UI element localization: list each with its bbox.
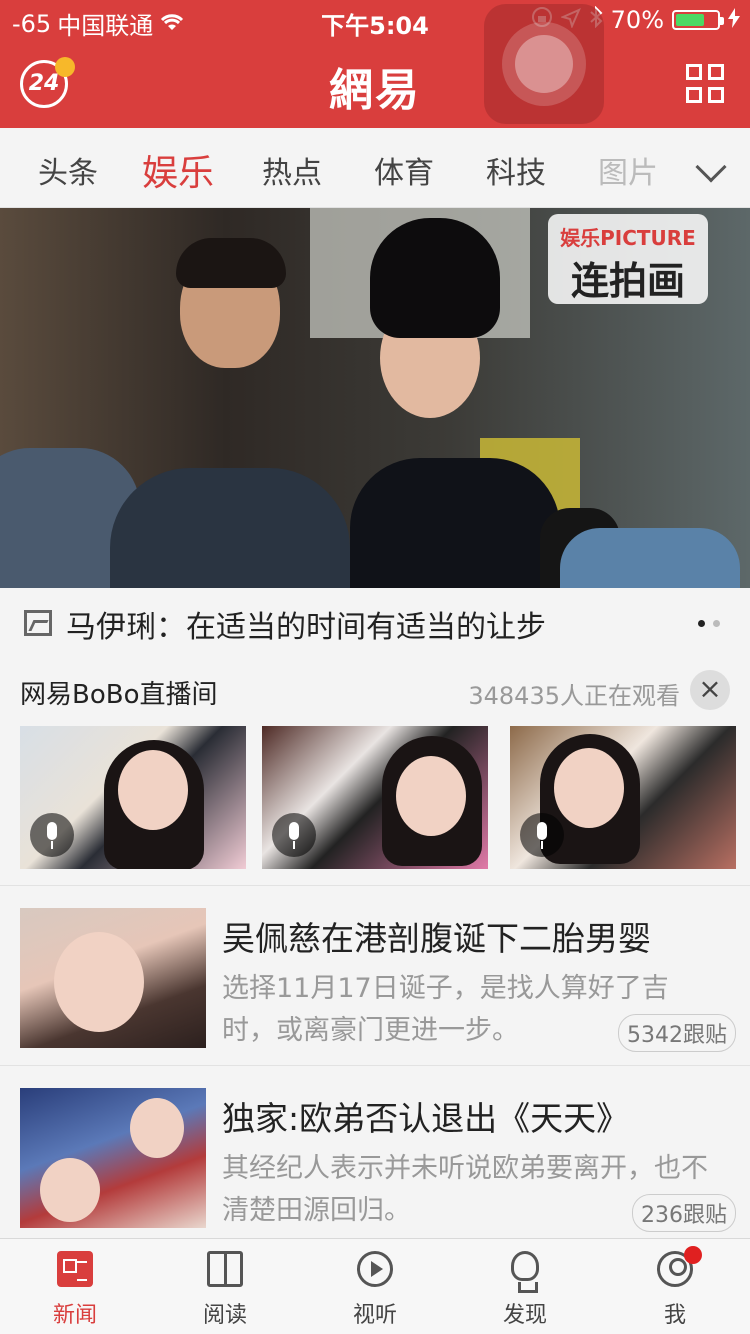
news-icon bbox=[57, 1251, 93, 1287]
charging-icon bbox=[728, 6, 740, 34]
live-room-thumbnail[interactable] bbox=[262, 726, 488, 869]
book-icon bbox=[207, 1251, 243, 1287]
nav-discover[interactable]: 发现 bbox=[450, 1239, 600, 1334]
nav-label: 我 bbox=[663, 1303, 686, 1328]
microphone-icon bbox=[520, 813, 564, 857]
bobo-live-section: 网易BoBo直播间 348435人正在观看 × bbox=[0, 656, 750, 886]
tab-sports[interactable]: 体育 bbox=[374, 148, 434, 192]
tab-hot[interactable]: 热点 bbox=[262, 148, 322, 192]
thumbnail-face bbox=[54, 932, 144, 1032]
streamer-face bbox=[118, 750, 188, 830]
carousel-dots bbox=[698, 620, 720, 627]
microphone-icon bbox=[30, 813, 74, 857]
bobo-title: 网易BoBo直播间 bbox=[20, 680, 218, 710]
hero-person-man-hair bbox=[176, 238, 286, 288]
news-list-item[interactable]: 独家:欧弟否认退出《天天》 其经纪人表示并未听说欧弟要离开，也不清楚田源回归。 … bbox=[0, 1068, 750, 1246]
tab-pictures[interactable]: 图片 bbox=[598, 148, 658, 192]
comment-count-badge: 5342跟贴 bbox=[618, 1014, 736, 1052]
carousel-dot bbox=[713, 620, 720, 627]
chevron-down-icon[interactable] bbox=[695, 151, 727, 183]
thumbnail-face bbox=[40, 1158, 100, 1222]
grid-cell bbox=[686, 87, 702, 103]
assistive-core bbox=[515, 35, 573, 93]
streamer-face bbox=[396, 756, 466, 836]
play-icon bbox=[357, 1251, 393, 1287]
article-thumbnail bbox=[20, 1088, 206, 1228]
grid-cell bbox=[708, 87, 724, 103]
carousel-dot-active bbox=[698, 620, 705, 627]
bottom-tab-bar: 新闻 阅读 视听 发现 我 bbox=[0, 1238, 750, 1334]
article-thumbnail bbox=[20, 908, 206, 1048]
nav-label: 阅读 bbox=[202, 1303, 247, 1328]
battery-fill bbox=[676, 14, 704, 26]
hero-caption[interactable]: 马伊琍：在适当的时间有适当的让步 bbox=[0, 588, 750, 656]
hero-banner[interactable]: 娱乐PICTURE 连拍画 bbox=[0, 208, 750, 588]
nav-label: 发现 bbox=[502, 1303, 547, 1328]
nav-me[interactable]: 我 bbox=[600, 1239, 750, 1334]
nav-video[interactable]: 视听 bbox=[300, 1239, 450, 1334]
comment-count-badge: 236跟贴 bbox=[632, 1194, 736, 1232]
nav-label: 视听 bbox=[352, 1303, 397, 1328]
hero-caption-text: 马伊琍：在适当的时间有适当的让步 bbox=[66, 610, 546, 645]
news-list-item[interactable]: 吴佩慈在港剖腹诞下二胎男婴 选择11月17日诞子，是找人算好了吉时，或离豪门更进… bbox=[0, 888, 750, 1066]
assistive-touch-button[interactable] bbox=[484, 4, 604, 124]
battery-icon bbox=[672, 10, 724, 30]
lightbulb-icon bbox=[511, 1251, 539, 1293]
user-icon bbox=[657, 1246, 702, 1287]
article-title: 吴佩慈在港剖腹诞下二胎男婴 bbox=[222, 919, 651, 958]
bobo-viewer-count: 348435人正在观看 bbox=[468, 682, 680, 710]
nav-read[interactable]: 阅读 bbox=[150, 1239, 300, 1334]
notification-dot bbox=[684, 1246, 702, 1264]
grid-menu-button[interactable] bbox=[686, 64, 726, 104]
app-logo: 網易 bbox=[329, 65, 421, 116]
battery-percent: 70% bbox=[610, 6, 664, 34]
image-icon bbox=[24, 610, 52, 636]
hero-person-woman-hair bbox=[370, 218, 500, 338]
live-room-thumbnail[interactable] bbox=[510, 726, 736, 869]
picture-series-tag: 娱乐PICTURE 连拍画 bbox=[548, 214, 708, 304]
tab-headlines[interactable]: 头条 bbox=[38, 148, 98, 192]
nav-label: 新闻 bbox=[52, 1303, 97, 1328]
tag-top-label: 娱乐PICTURE bbox=[560, 226, 696, 250]
microphone-icon bbox=[272, 813, 316, 857]
tab-entertainment[interactable]: 娱乐 bbox=[142, 144, 214, 196]
tab-tech[interactable]: 科技 bbox=[486, 148, 546, 192]
hero-person-man-body bbox=[110, 468, 350, 588]
category-tabs: 头条 娱乐 热点 体育 科技 图片 bbox=[0, 128, 750, 208]
grid-cell bbox=[686, 64, 702, 80]
hero-person-right-shirt bbox=[560, 528, 740, 588]
nav-news[interactable]: 新闻 bbox=[0, 1239, 150, 1334]
streamer-face bbox=[554, 748, 624, 828]
status-bar: -65 中国联通 下午5:04 70% bbox=[0, 0, 750, 40]
hero-person-woman-body bbox=[350, 458, 560, 588]
tag-bottom-label: 连拍画 bbox=[570, 259, 685, 303]
thumbnail-face bbox=[130, 1098, 184, 1158]
grid-cell bbox=[708, 64, 724, 80]
live-room-thumbnail[interactable] bbox=[20, 726, 246, 869]
assistive-ring bbox=[502, 22, 586, 106]
article-title: 独家:欧弟否认退出《天天》 bbox=[222, 1099, 630, 1138]
top-bar: -65 中国联通 下午5:04 70% 24 網易 bbox=[0, 0, 750, 128]
close-icon[interactable]: × bbox=[690, 670, 730, 710]
